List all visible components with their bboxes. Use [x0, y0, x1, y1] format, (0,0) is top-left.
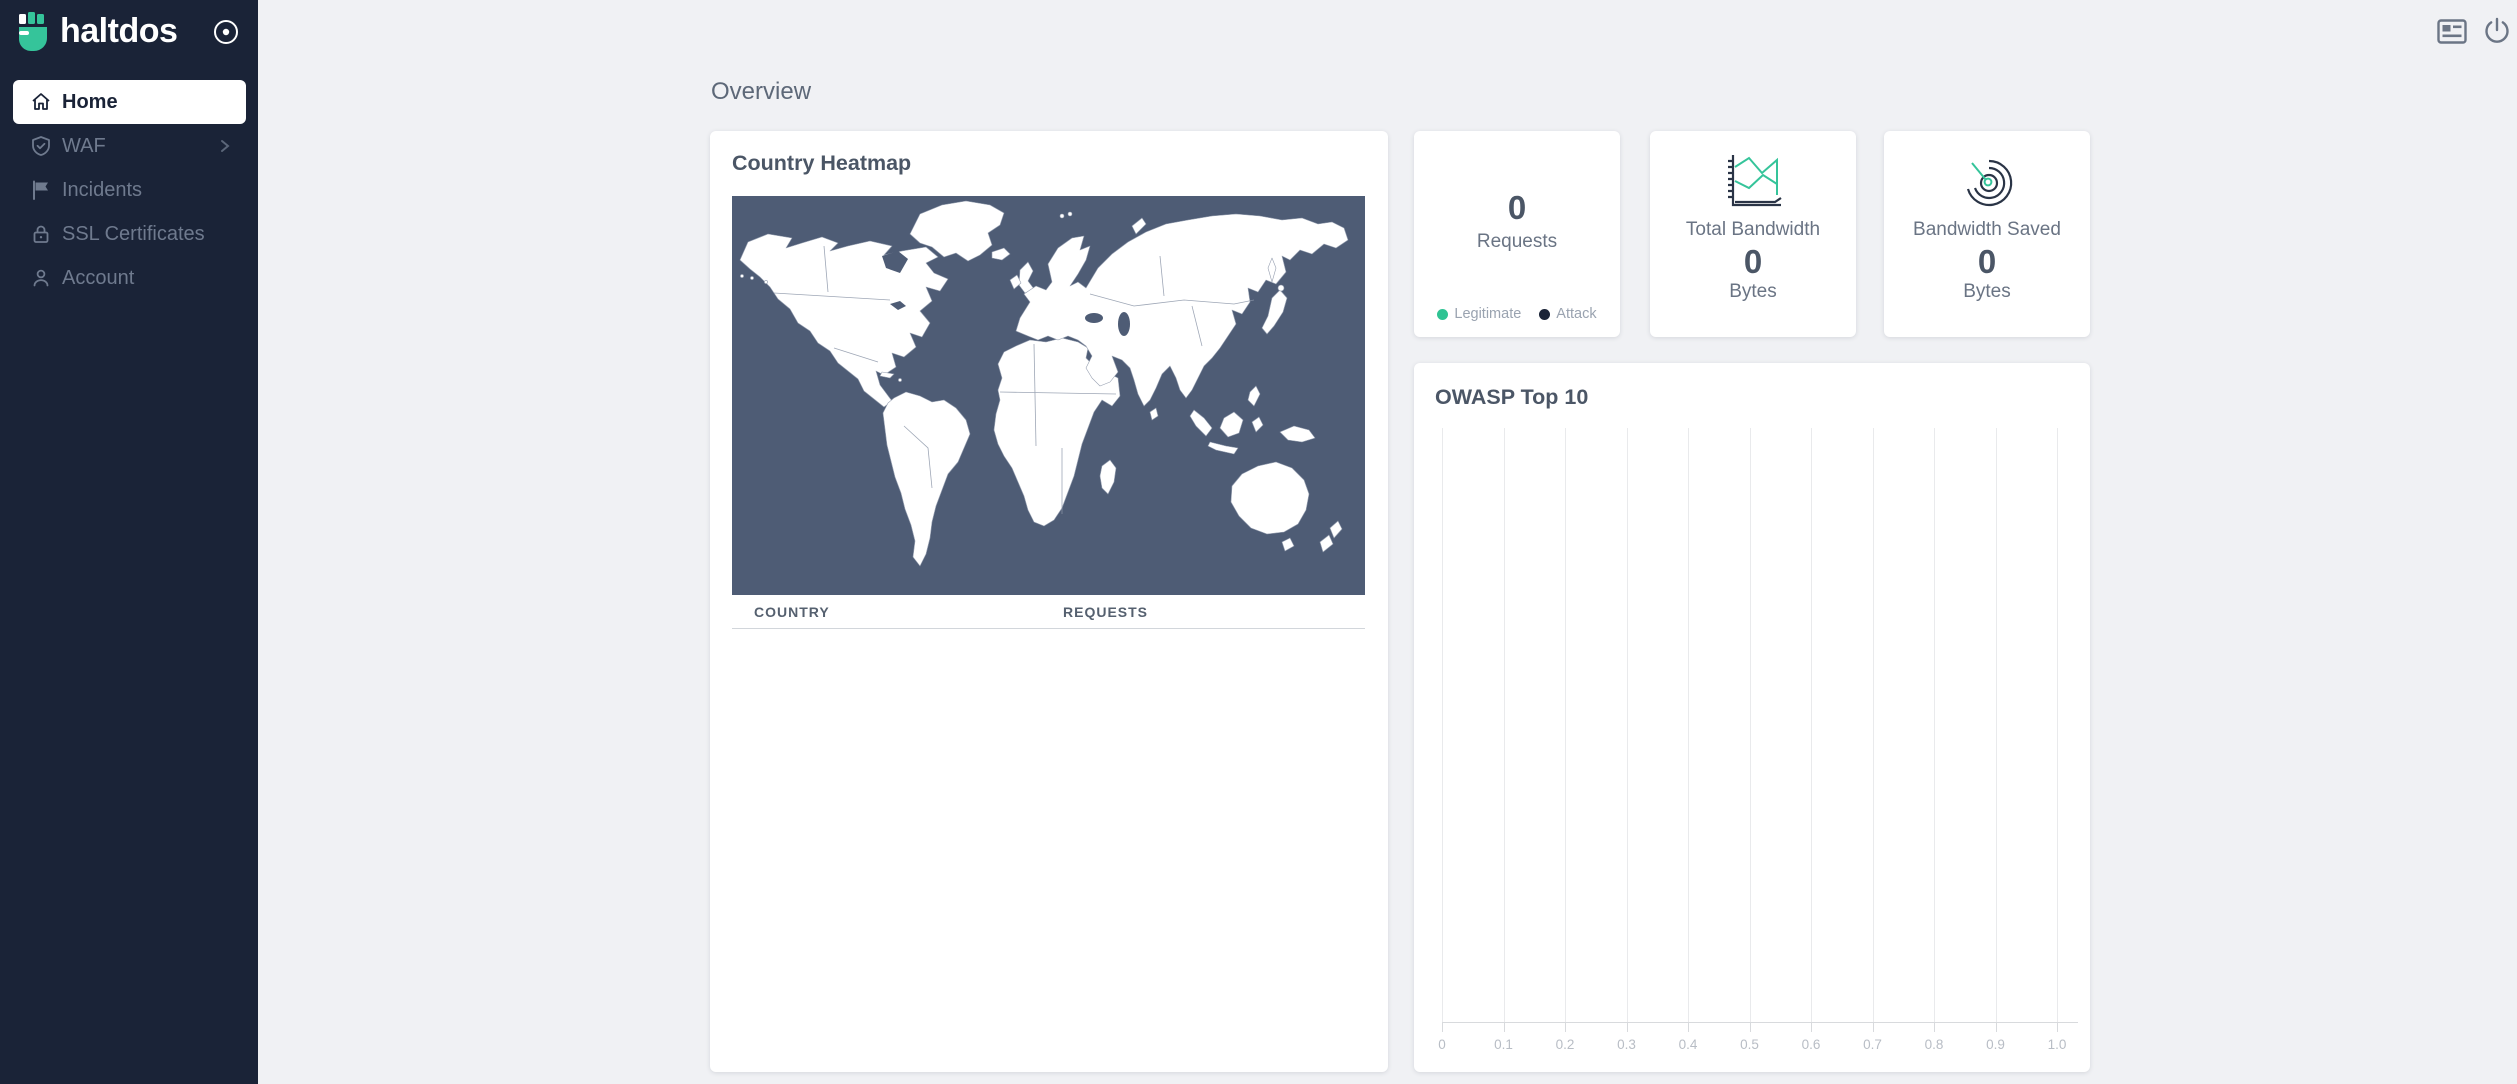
sidebar-item-label: Incidents — [62, 179, 142, 202]
brand: haltdos — [0, 0, 258, 62]
country-heatmap-title: Country Heatmap — [732, 151, 911, 176]
x-tick — [1811, 1022, 1812, 1032]
brand-name: haltdos — [60, 12, 177, 51]
x-tick — [1688, 1022, 1689, 1032]
x-tick-label: 0.1 — [1494, 1037, 1513, 1052]
page-title: Overview — [711, 78, 811, 106]
x-tick-label: 0.4 — [1679, 1037, 1698, 1052]
x-tick-label: 0.8 — [1925, 1037, 1944, 1052]
sidebar: haltdos Home — [0, 0, 258, 1084]
legend-legitimate: Legitimate — [1437, 306, 1521, 322]
home-icon — [30, 91, 52, 113]
requests-legend: Legitimate Attack — [1414, 306, 1620, 322]
gridline — [1934, 428, 1935, 1022]
x-tick-label: 0.9 — [1986, 1037, 2005, 1052]
user-icon — [30, 267, 52, 289]
legend-attack: Attack — [1539, 306, 1596, 322]
x-tick — [1442, 1022, 1443, 1032]
sidebar-item-label: SSL Certificates — [62, 223, 205, 246]
total-bandwidth-value: 0 — [1650, 243, 1856, 281]
gridline — [1996, 428, 1997, 1022]
x-tick-label: 0.3 — [1617, 1037, 1636, 1052]
area-chart-icon — [1717, 151, 1789, 213]
sidebar-item-label: Home — [62, 91, 118, 114]
sidebar-item-waf[interactable]: WAF — [13, 124, 246, 168]
x-tick — [1504, 1022, 1505, 1032]
sidebar-item-label: Account — [62, 267, 134, 290]
x-tick — [1627, 1022, 1628, 1032]
x-tick-label: 0.5 — [1740, 1037, 1759, 1052]
chevron-right-icon — [216, 137, 234, 155]
sidebar-item-account[interactable]: Account — [13, 256, 246, 300]
requests-label: Requests — [1414, 231, 1620, 253]
news-feed-icon[interactable] — [2437, 19, 2467, 44]
dashboard: haltdos Home — [0, 0, 2517, 1084]
total-bandwidth-stat-card: Total Bandwidth 0 Bytes — [1650, 131, 1856, 337]
legitimate-dot-icon — [1437, 309, 1448, 320]
sidebar-item-incidents[interactable]: Incidents — [13, 168, 246, 212]
x-tick-label: 1.0 — [2048, 1037, 2067, 1052]
gridline — [1627, 428, 1628, 1022]
x-tick — [1934, 1022, 1935, 1032]
gridline — [1442, 428, 1443, 1022]
country-heatmap-card: Country Heatmap — [710, 131, 1388, 1072]
column-country: COUNTRY — [754, 604, 830, 620]
gridline — [1565, 428, 1566, 1022]
legend-label: Attack — [1556, 306, 1596, 322]
x-tick-label: 0.2 — [1556, 1037, 1575, 1052]
x-tick-label: 0.7 — [1863, 1037, 1882, 1052]
country-table-header: COUNTRY REQUESTS — [732, 598, 1365, 629]
requests-stat-card: 0 Requests Legitimate Attack — [1414, 131, 1620, 337]
legend-label: Legitimate — [1454, 306, 1521, 322]
x-tick — [1996, 1022, 1997, 1032]
power-icon[interactable] — [2482, 16, 2512, 46]
lock-icon — [30, 223, 52, 245]
owasp-title: OWASP Top 10 — [1435, 385, 1588, 410]
total-bandwidth-label: Total Bandwidth — [1650, 219, 1856, 241]
owasp-top10-card: OWASP Top 10 0 0.1 0.2 0.3 0. — [1414, 363, 2090, 1072]
x-tick — [1565, 1022, 1566, 1032]
owasp-chart-plot — [1442, 428, 2057, 1022]
gridline — [1811, 428, 1812, 1022]
x-tick — [2057, 1022, 2058, 1032]
x-tick — [1750, 1022, 1751, 1032]
x-tick-label: 0.6 — [1802, 1037, 1821, 1052]
attack-dot-icon — [1539, 309, 1550, 320]
sidebar-item-ssl-certificates[interactable]: SSL Certificates — [13, 212, 246, 256]
x-axis-line — [1442, 1022, 2078, 1023]
bandwidth-saved-stat-card: Bandwidth Saved 0 Bytes — [1884, 131, 2090, 337]
sidebar-item-label: WAF — [62, 135, 106, 158]
sidebar-collapse-target-icon[interactable] — [212, 18, 240, 46]
bandwidth-saved-unit: Bytes — [1884, 281, 2090, 303]
sidebar-item-home[interactable]: Home — [13, 80, 246, 124]
sidebar-nav: Home WAF — [0, 80, 258, 300]
world-map — [732, 196, 1365, 595]
flag-icon — [30, 179, 52, 201]
haltdos-logo-icon — [14, 10, 56, 52]
gridline — [1504, 428, 1505, 1022]
x-tick — [1873, 1022, 1874, 1032]
radar-icon — [1951, 151, 2023, 213]
shield-icon — [30, 135, 52, 157]
total-bandwidth-unit: Bytes — [1650, 281, 1856, 303]
x-tick-label: 0 — [1438, 1037, 1446, 1052]
requests-value: 0 — [1414, 189, 1620, 227]
gridline — [1873, 428, 1874, 1022]
gridline — [1688, 428, 1689, 1022]
column-requests: REQUESTS — [1063, 604, 1148, 620]
bandwidth-saved-label: Bandwidth Saved — [1884, 219, 2090, 241]
gridline — [1750, 428, 1751, 1022]
bandwidth-saved-value: 0 — [1884, 243, 2090, 281]
gridline — [2057, 428, 2058, 1022]
